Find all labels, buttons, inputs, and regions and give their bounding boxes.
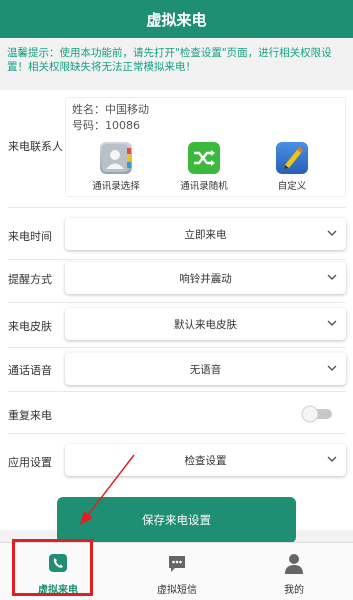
address-book-random-label[interactable]: 通讯录随机: [164, 178, 244, 192]
page-title: 虚拟来电: [146, 10, 207, 29]
tab-mine[interactable]: 我的: [239, 543, 349, 600]
divider: [8, 391, 346, 392]
chevron-down-icon: [327, 456, 337, 462]
pencil-icon-glyph: [284, 147, 303, 169]
divider: [8, 207, 346, 208]
custom-label[interactable]: 自定义: [252, 178, 332, 192]
reminder-select[interactable]: 响铃并震动: [65, 262, 346, 294]
voice-select[interactable]: 无语音: [65, 353, 346, 385]
pencil-icon[interactable]: [276, 142, 308, 174]
app-settings-value: 检查设置: [184, 454, 227, 467]
divider: [8, 259, 346, 260]
skin-value: 默认来电皮肤: [174, 318, 237, 331]
divider: [8, 433, 346, 434]
shuffle-icon-glyph: [194, 150, 215, 166]
voice-label: 通话语音: [8, 364, 52, 377]
tab-label: 虚拟短信: [157, 585, 197, 596]
contact-label: 来电联系人: [8, 140, 63, 153]
address-book-select-label[interactable]: 通讯录选择: [76, 178, 156, 192]
tab-virtual-sms[interactable]: 虚拟短信: [122, 543, 232, 600]
warning-tip: 温馨提示：使用本功能前，请先打开"检查设置"页面，进行相关权限设置！相关权限缺失…: [7, 47, 332, 73]
user-icon: [285, 554, 303, 574]
chevron-down-icon: [327, 274, 337, 280]
contact-name: 姓名：中国移动: [72, 103, 149, 116]
divider: [8, 302, 346, 303]
repeat-label: 重复来电: [8, 409, 52, 422]
chevron-down-icon: [327, 365, 337, 371]
reminder-value: 响铃并震动: [179, 272, 232, 285]
skin-label: 来电皮肤: [8, 320, 52, 333]
call-time-label: 来电时间: [8, 230, 52, 243]
chevron-down-icon: [327, 320, 337, 326]
highlight-box: [12, 539, 93, 596]
reminder-label: 提醒方式: [8, 273, 52, 286]
contact-number: 号码：10086: [72, 119, 140, 132]
call-time-select[interactable]: 立即来电: [65, 218, 346, 250]
voice-value: 无语音: [189, 363, 222, 376]
shuffle-icon[interactable]: [188, 142, 220, 174]
repeat-toggle[interactable]: [300, 404, 334, 424]
skin-select[interactable]: 默认来电皮肤: [65, 308, 346, 340]
page-header: 虚拟来电: [0, 0, 353, 38]
divider: [8, 347, 346, 348]
call-time-value: 立即来电: [184, 228, 227, 241]
tab-label: 我的: [284, 585, 304, 596]
chevron-down-icon: [327, 230, 337, 236]
address-book-icon-glyph: [102, 144, 131, 172]
message-icon: [169, 556, 185, 572]
app-settings-select[interactable]: 检查设置: [65, 444, 346, 476]
app-settings-label: 应用设置: [8, 456, 52, 469]
save-button[interactable]: 保存来电设置: [57, 497, 296, 543]
address-book-icon[interactable]: [100, 142, 132, 174]
